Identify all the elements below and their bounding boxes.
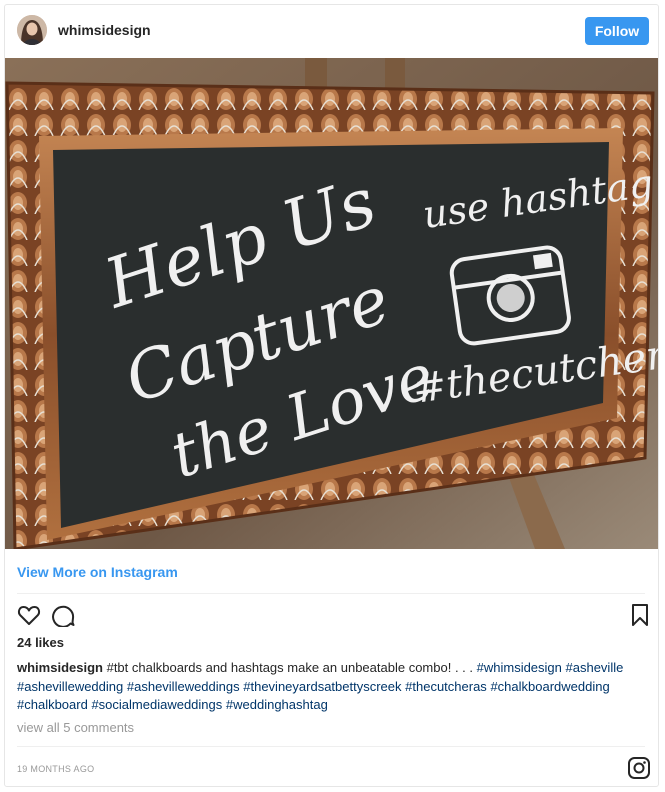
hashtag-link[interactable]: #chalkboardwedding <box>490 679 609 694</box>
instagram-logo-icon[interactable] <box>627 756 651 780</box>
hashtag-link[interactable]: #whimsidesign <box>477 660 562 675</box>
post-caption: whimsidesign #tbt chalkboards and hashta… <box>17 659 647 715</box>
caption-username[interactable]: whimsidesign <box>17 660 103 675</box>
post-timestamp[interactable]: 19 MONTHS AGO <box>17 764 94 774</box>
likes-count[interactable]: 24 likes <box>17 635 64 650</box>
follow-button[interactable]: Follow <box>585 17 649 45</box>
divider <box>17 593 645 594</box>
avatar[interactable] <box>17 15 47 45</box>
hashtag-link[interactable]: #ashevillewedding <box>17 679 123 694</box>
post-header: whimsidesign Follow <box>5 5 658 58</box>
avatar-image <box>17 15 47 45</box>
comment-icon[interactable] <box>52 603 76 628</box>
view-more-on-instagram-link[interactable]: View More on Instagram <box>17 564 178 580</box>
instagram-embed-card: whimsidesign Follow Help Us Capture the … <box>4 4 659 787</box>
hashtag-link[interactable]: #ashevilleweddings <box>127 679 240 694</box>
heart-icon[interactable] <box>17 603 41 627</box>
hashtag-link[interactable]: #asheville <box>566 660 624 675</box>
hashtag-link[interactable]: #thecutcheras <box>405 679 487 694</box>
post-author-username[interactable]: whimsidesign <box>58 22 151 38</box>
view-all-comments-link[interactable]: view all 5 comments <box>17 720 134 735</box>
chalkboard-sign-image: Help Us Capture the Love use hashtag #th… <box>5 58 658 549</box>
caption-text: #tbt chalkboards and hashtags make an un… <box>106 660 473 675</box>
hashtag-link[interactable]: #chalkboard <box>17 697 88 712</box>
hashtag-link[interactable]: #weddinghashtag <box>226 697 328 712</box>
post-photo[interactable]: Help Us Capture the Love use hashtag #th… <box>5 58 658 549</box>
divider <box>17 746 645 747</box>
hashtag-link[interactable]: #thevineyardsatbettyscreek <box>243 679 401 694</box>
bookmark-icon[interactable] <box>628 603 652 627</box>
hashtag-link[interactable]: #socialmediaweddings <box>91 697 222 712</box>
